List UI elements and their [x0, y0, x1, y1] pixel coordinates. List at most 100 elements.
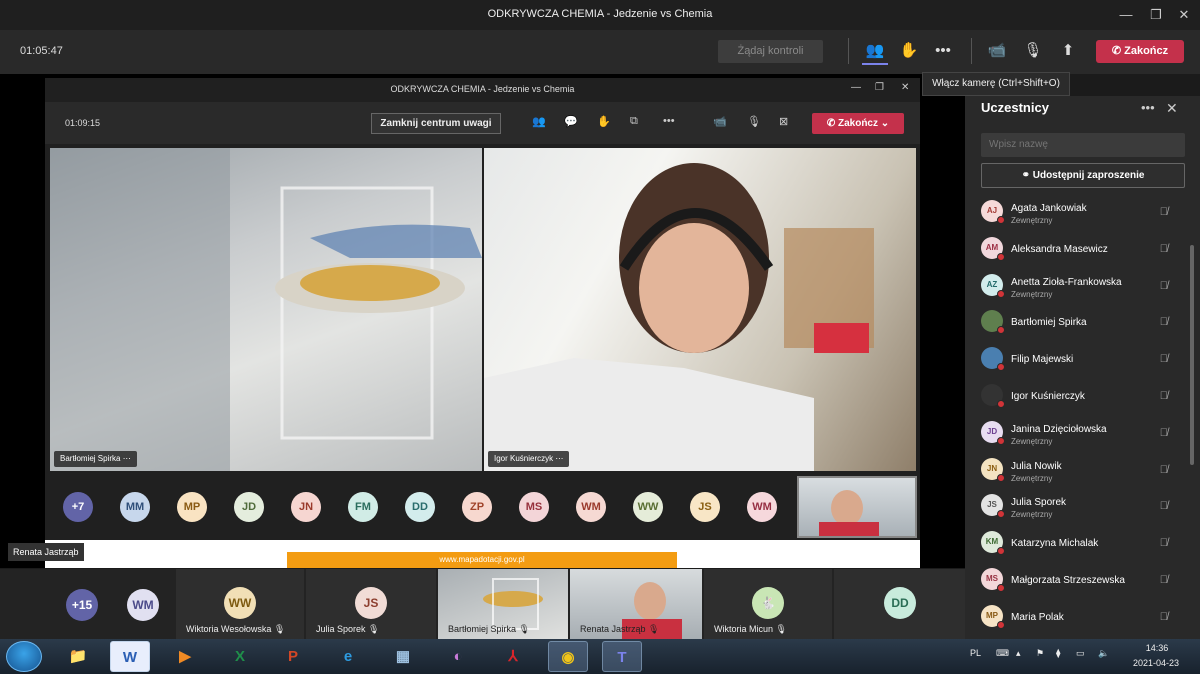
- video1-illustration: [50, 148, 482, 471]
- shared-end-call-button: ✆ Zakończ ⌄: [812, 113, 904, 134]
- panel-more-icon[interactable]: •••: [1141, 100, 1155, 115]
- end-call-label: Zakończ: [1124, 45, 1169, 57]
- presence-dot: [997, 326, 1005, 335]
- participant-row[interactable]: JN Julia Nowik Zewnętrzny 🎙̸: [965, 454, 1190, 490]
- mic-muted-icon: 🎙̸: [1159, 610, 1168, 623]
- tile-dd[interactable]: DD: [834, 569, 965, 639]
- participant-row[interactable]: MS Małgorzata Strzeszewska 🎙̸: [965, 564, 1190, 600]
- tile-name: Wiktoria Wesołowska 🎙: [186, 624, 286, 634]
- avatar-wm[interactable]: WM: [127, 589, 159, 621]
- mic-muted-icon: 🎙̸: [1159, 316, 1168, 329]
- shared-avatar: WM: [747, 492, 777, 522]
- participants-icon[interactable]: 👥: [862, 38, 888, 64]
- tile-face-shape: [634, 582, 666, 620]
- shared-window-title: ODKRYWCZA CHEMIA - Jedzenie vs Chemia: [390, 84, 575, 94]
- tile-name: Julia Sporek 🎙: [316, 624, 380, 634]
- start-button[interactable]: [6, 641, 42, 672]
- participant-row[interactable]: Igor Kuśnierczyk 🎙̸: [965, 380, 1190, 416]
- tray-date[interactable]: 2021-04-23: [1124, 658, 1188, 668]
- share-invite-button[interactable]: ⚭ Udostępnij zaproszenie: [981, 163, 1185, 188]
- chrome-icon[interactable]: ◉: [548, 641, 588, 672]
- participant-row[interactable]: Bartłomiej Spirka 🎙̸: [965, 306, 1190, 342]
- web-link-banner: www.mapadotacji.gov.pl: [287, 552, 677, 568]
- mic-muted-icon: 🎙̸: [1159, 206, 1168, 218]
- shared-end-label: Zakończ: [837, 118, 878, 129]
- mic-muted-icon: 🎙̸: [1159, 279, 1168, 292]
- request-control-button[interactable]: Żądaj kontroli: [718, 40, 823, 63]
- shared-avatar-row: +7 MM MP JD JN FM DD ZP MS WM WW JS WM: [45, 476, 795, 538]
- calculator-icon[interactable]: ▦: [383, 641, 423, 672]
- panel-title: Uczestnicy: [981, 100, 1049, 115]
- close-icon[interactable]: ✕: [1174, 5, 1194, 25]
- presence-dot: [997, 473, 1005, 482]
- acrobat-icon[interactable]: ⅄: [493, 641, 533, 672]
- teams-icon[interactable]: T: [602, 641, 642, 672]
- shared-timer: 01:09:15: [65, 118, 101, 128]
- participant-row[interactable]: KM Katarzyna Michalak 🎙̸: [965, 527, 1190, 563]
- participant-row[interactable]: JD Janina Dzięciołowska Zewnętrzny 🎙̸: [965, 417, 1190, 453]
- tray-monitor-icon[interactable]: ▭: [1076, 648, 1085, 659]
- tray-dropbox-icon[interactable]: ⧫: [1056, 648, 1060, 659]
- end-call-button[interactable]: ✆ Zakończ: [1096, 40, 1184, 63]
- presenter-name-tag: Renata Jastrząb: [8, 543, 84, 561]
- shared-chat-icon: 💬: [564, 116, 578, 128]
- internet-explorer-icon[interactable]: e: [328, 641, 368, 672]
- word-icon[interactable]: W: [110, 641, 150, 672]
- mic-muted-icon: 🎙̸: [1159, 574, 1168, 586]
- participant-row[interactable]: MP Maria Polak 🎙̸: [965, 601, 1190, 637]
- chat-icon[interactable]: ✋: [896, 38, 922, 64]
- tile-name: Wiktoria Micun 🎙: [714, 624, 787, 634]
- more-participants-avatar[interactable]: +15: [66, 589, 98, 621]
- participant-type: Zewnętrzny: [1011, 510, 1053, 520]
- participant-row[interactable]: AZ Anetta Zioła-Frankowska Zewnętrzny 🎙̸: [965, 270, 1190, 306]
- self-camera-illustration: [819, 490, 879, 536]
- participant-name: Julia Nowik: [1011, 460, 1062, 472]
- tray-volume-icon[interactable]: 🔈: [1098, 648, 1109, 659]
- shared-avatar: FM: [348, 492, 378, 522]
- presence-dot: [997, 252, 1005, 261]
- language-indicator[interactable]: PL: [970, 648, 981, 658]
- tile-wiktoria-wesolowska[interactable]: WW Wiktoria Wesołowska 🎙: [176, 569, 304, 639]
- tile-bartlomiej-spirka[interactable]: Bartłomiej Spirka 🎙: [438, 569, 568, 639]
- paint-icon[interactable]: ◐: [438, 641, 478, 672]
- excel-icon[interactable]: X: [220, 641, 260, 672]
- presence-dot: [997, 510, 1005, 519]
- participant-type: Zewnętrzny: [1011, 473, 1053, 483]
- tray-network-icon[interactable]: ⚑: [1036, 648, 1044, 659]
- panel-close-icon[interactable]: ✕: [1166, 100, 1178, 117]
- meeting-timer: 01:05:47: [20, 45, 63, 57]
- tile-renata-jastrzab[interactable]: Renata Jastrząb 🎙: [570, 569, 702, 639]
- share-screen-icon[interactable]: ⬆: [1055, 38, 1081, 64]
- shared-maximize-icon: ❐: [875, 82, 884, 93]
- participants-active-indicator: [862, 63, 888, 65]
- participant-search-input[interactable]: [981, 133, 1185, 157]
- avatar-dd: DD: [884, 587, 916, 619]
- shared-avatar: JD: [234, 492, 264, 522]
- tray-expand-icon[interactable]: ▴: [1016, 648, 1021, 659]
- shared-avatar: JS: [690, 492, 720, 522]
- mic-off-icon[interactable]: 🎙: [1020, 38, 1046, 64]
- video-tile-igor: Igor Kuśnierczyk ⋯: [484, 148, 916, 471]
- tray-time[interactable]: 14:36: [1137, 643, 1177, 653]
- shared-more-icon: •••: [663, 115, 675, 127]
- tile-julia-sporek[interactable]: JS Julia Sporek 🎙: [306, 569, 436, 639]
- participant-row[interactable]: AM Aleksandra Masewicz 🎙̸: [965, 233, 1190, 269]
- tile-wiktoria-micun[interactable]: 🐇 Wiktoria Micun 🎙: [704, 569, 832, 639]
- mic-muted-icon: 🎙̸: [1159, 537, 1168, 550]
- maximize-icon[interactable]: ❐: [1146, 5, 1166, 25]
- camera-off-icon[interactable]: 📹: [984, 38, 1010, 64]
- media-player-icon[interactable]: ▶: [165, 641, 205, 672]
- participant-row[interactable]: AJ Agata Jankowiak Zewnętrzny 🎙̸: [965, 196, 1190, 232]
- more-options-icon[interactable]: •••: [930, 38, 956, 64]
- explorer-icon[interactable]: 📁: [58, 641, 98, 672]
- powerpoint-icon[interactable]: P: [273, 641, 313, 672]
- participant-name: Anetta Zioła-Frankowska: [1011, 276, 1122, 288]
- participant-row[interactable]: Filip Majewski 🎙̸: [965, 343, 1190, 379]
- window-title: ODKRYWCZA CHEMIA - Jedzenie vs Chemia: [487, 8, 713, 20]
- tile-name: Renata Jastrząb 🎙: [580, 624, 660, 634]
- close-spotlight-button: Zamknij centrum uwagi: [371, 113, 501, 134]
- minimize-icon[interactable]: —: [1116, 5, 1136, 25]
- participant-row[interactable]: JS Julia Sporek Zewnętrzny 🎙̸: [965, 490, 1190, 526]
- tray-keyboard-icon[interactable]: ⌨: [996, 648, 1009, 659]
- panel-scrollbar[interactable]: [1190, 245, 1194, 465]
